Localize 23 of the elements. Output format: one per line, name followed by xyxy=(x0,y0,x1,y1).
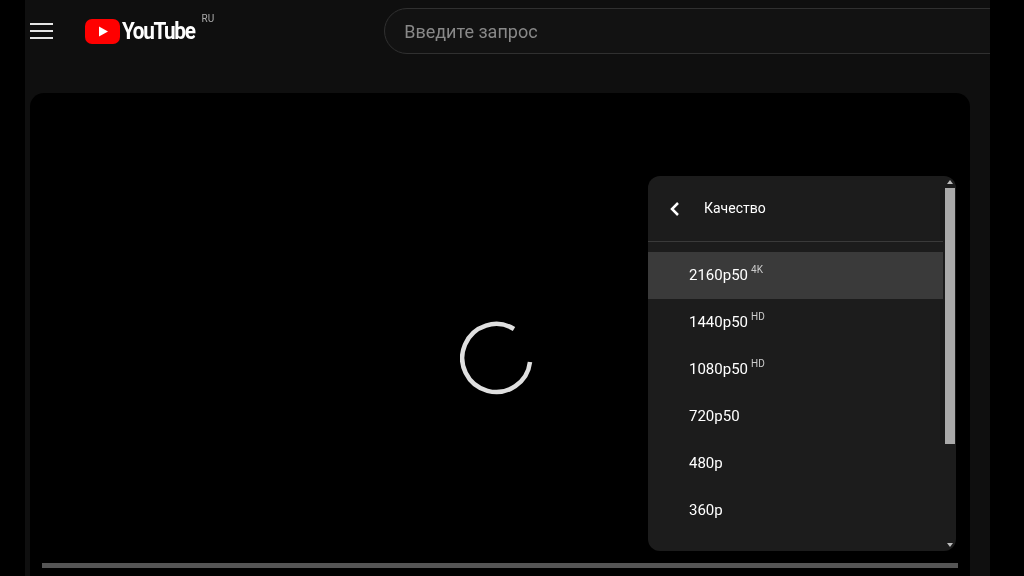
search-field[interactable]: Введите запрос xyxy=(384,8,990,54)
quality-label: 480p xyxy=(689,453,723,475)
logo-text: YouTube xyxy=(122,19,195,43)
play-logo-icon xyxy=(85,18,120,44)
quality-option[interactable]: 480p xyxy=(648,440,943,487)
quality-label: 2160p50 xyxy=(689,265,748,287)
quality-option[interactable]: 720p50 xyxy=(648,393,943,440)
quality-label: 720p50 xyxy=(689,406,740,428)
scroll-up-icon[interactable] xyxy=(946,180,953,184)
quality-badge-label: HD xyxy=(751,357,765,371)
region-label: RU xyxy=(201,11,215,26)
back-chevron-icon[interactable] xyxy=(670,200,680,217)
quality-label: 1080p50 xyxy=(689,359,748,381)
quality-label: 360p xyxy=(689,500,723,522)
menu-icon[interactable] xyxy=(30,22,53,40)
scroll-down-icon[interactable] xyxy=(946,543,953,547)
menu-title: Качество xyxy=(704,199,766,218)
quality-badge-label: 4K xyxy=(751,263,763,277)
progress-track[interactable] xyxy=(42,563,958,568)
quality-option[interactable]: 360p xyxy=(648,487,943,534)
quality-badge-label: HD xyxy=(751,310,765,324)
quality-label: 1440p50 xyxy=(689,312,748,334)
scrollbar-thumb[interactable] xyxy=(944,188,955,444)
